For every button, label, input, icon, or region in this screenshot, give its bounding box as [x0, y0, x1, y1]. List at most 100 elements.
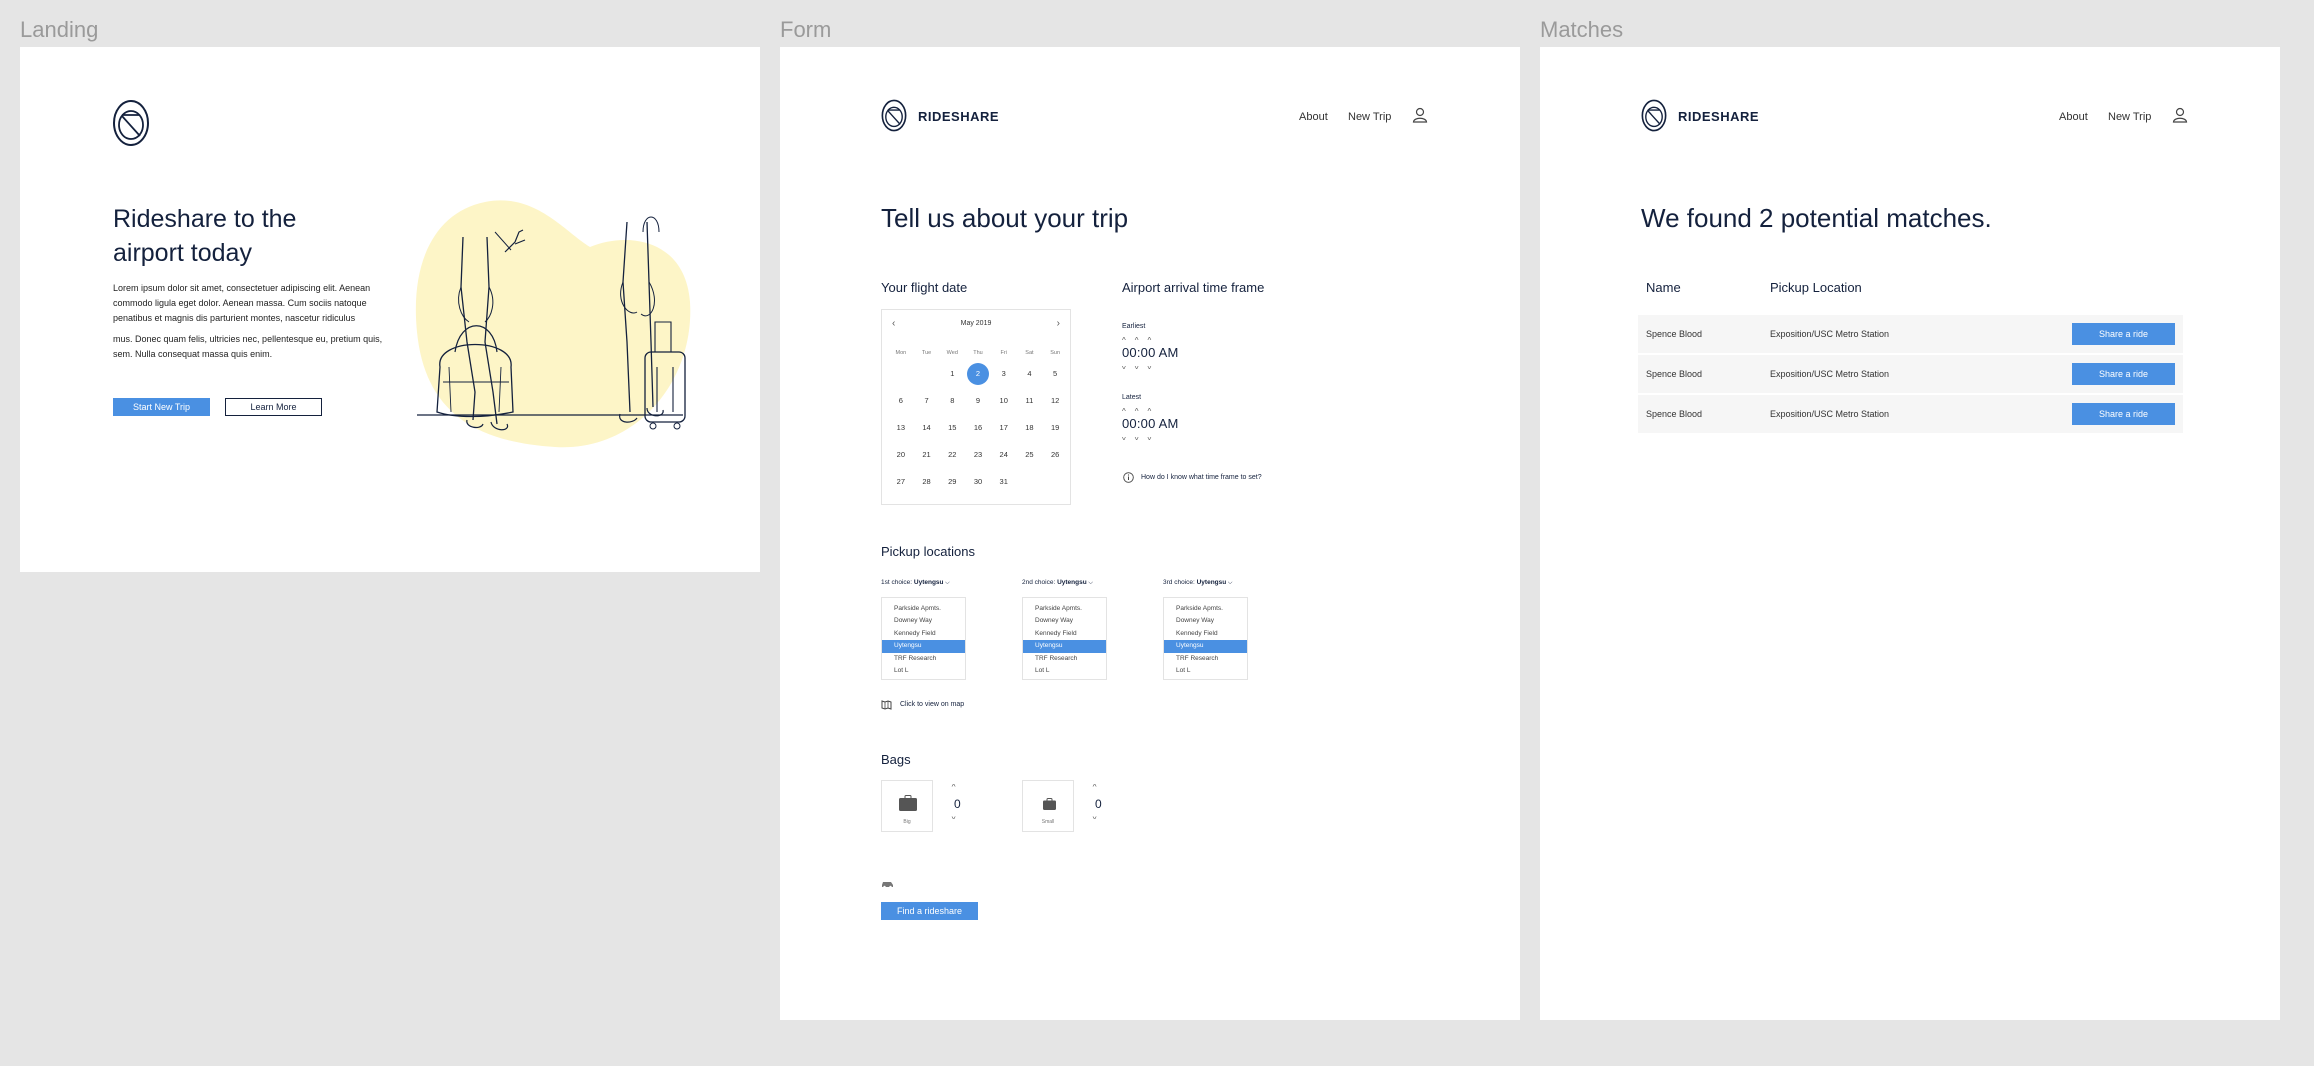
column-header-location: Pickup Location	[1770, 280, 1862, 295]
calendar-day[interactable]: 12	[1042, 387, 1068, 414]
calendar-day[interactable]: 18	[1017, 414, 1043, 441]
calendar-day[interactable]: 27	[888, 468, 914, 495]
landing-frame: Rideshare to the airport today Lorem ips…	[20, 47, 760, 572]
pickup-option[interactable]: TRF Research	[1023, 653, 1106, 665]
small-bag-decrease-icon[interactable]: ^	[1093, 812, 1097, 819]
pickup-option[interactable]: Uytengsu	[1023, 640, 1106, 653]
calendar-day[interactable]: 15	[939, 414, 965, 441]
calendar-day[interactable]: 19	[1042, 414, 1068, 441]
time-up-icons[interactable]: ^^^	[1122, 336, 1179, 345]
calendar-day[interactable]: 30	[965, 468, 991, 495]
share-ride-button[interactable]: Share a ride	[2072, 363, 2175, 385]
choice-value: Uytengsu	[1057, 579, 1087, 586]
logo-icon[interactable]	[112, 99, 150, 147]
calendar-day[interactable]: 2	[965, 360, 991, 387]
pickup-option[interactable]: Lot L	[882, 665, 965, 677]
big-bag-card[interactable]: Big	[881, 780, 933, 832]
calendar-day[interactable]: 4	[1017, 360, 1043, 387]
calendar-day[interactable]: 9	[965, 387, 991, 414]
choice-prefix: 1st choice:	[881, 579, 914, 586]
calendar-day[interactable]: 28	[914, 468, 940, 495]
nav-new-trip-link[interactable]: New Trip	[2108, 111, 2151, 123]
start-new-trip-button[interactable]: Start New Trip	[113, 398, 210, 416]
share-ride-button[interactable]: Share a ride	[2072, 403, 2175, 425]
pickup-option[interactable]: TRF Research	[882, 653, 965, 665]
calendar-day[interactable]: 14	[914, 414, 940, 441]
pickup-option[interactable]: Downey Way	[1164, 615, 1247, 627]
calendar-day[interactable]: 22	[939, 441, 965, 468]
calendar-day[interactable]: 8	[939, 387, 965, 414]
table-row: Spence Blood Exposition/USC Metro Station…	[1638, 355, 2183, 393]
calendar-day[interactable]: 7	[914, 387, 940, 414]
pickup-choice-3-label[interactable]: 3rd choice: Uytengsu ⌵	[1163, 579, 1232, 587]
user-icon[interactable]	[1412, 107, 1428, 123]
next-month-icon[interactable]: ›	[1057, 318, 1060, 329]
calendar-day[interactable]: 26	[1042, 441, 1068, 468]
pickup-option[interactable]: Uytengsu	[882, 640, 965, 653]
earliest-time: Earliest ^^^ 00:00 AM ^^^	[1122, 323, 1179, 370]
find-rideshare-button[interactable]: Find a rideshare	[881, 902, 978, 920]
calendar-day[interactable]: 31	[991, 468, 1017, 495]
time-help-link[interactable]: How do I know what time frame to set?	[1141, 474, 1262, 481]
calendar-day[interactable]: 13	[888, 414, 914, 441]
calendar-day[interactable]: 29	[939, 468, 965, 495]
pickup-option[interactable]: Kennedy Field	[1023, 628, 1106, 640]
nav-new-trip-link[interactable]: New Trip	[1348, 111, 1391, 123]
share-ride-button[interactable]: Share a ride	[2072, 323, 2175, 345]
weekday-label: Mon	[895, 350, 907, 356]
chevron-down-icon: ⌵	[1086, 580, 1093, 586]
pickup-choice-2-label[interactable]: 2nd choice: Uytengsu ⌵	[1022, 579, 1093, 587]
calendar-day[interactable]: 11	[1017, 387, 1043, 414]
pickup-option[interactable]: Parkside Apmts.	[1023, 603, 1106, 615]
calendar-day[interactable]: 17	[991, 414, 1017, 441]
pickup-option[interactable]: Lot L	[1023, 665, 1106, 677]
matches-table: Name Pickup Location Spence Blood Exposit…	[1638, 280, 2183, 480]
calendar-day[interactable]: 16	[965, 414, 991, 441]
weekday-label: Sat	[1025, 350, 1034, 356]
calendar-day[interactable]: 20	[888, 441, 914, 468]
pickup-option[interactable]: Parkside Apmts.	[882, 603, 965, 615]
calendar-day-number: 29	[948, 477, 957, 486]
pickup-choice-1-label[interactable]: 1st choice: Uytengsu ⌵	[881, 579, 950, 587]
time-down-icons[interactable]: ^^^	[1122, 361, 1179, 370]
pickup-option[interactable]: Lot L	[1164, 665, 1247, 677]
calendar-day[interactable]: 23	[965, 441, 991, 468]
small-bag-card[interactable]: Small	[1022, 780, 1074, 832]
pickup-option[interactable]: Kennedy Field	[882, 628, 965, 640]
calendar-day[interactable]: 1	[939, 360, 965, 387]
frame-label-landing: Landing	[20, 17, 99, 42]
nav-about-link[interactable]: About	[1299, 111, 1328, 123]
pickup-option[interactable]: TRF Research	[1164, 653, 1247, 665]
pickup-option[interactable]: Parkside Apmts.	[1164, 603, 1247, 615]
view-map-link[interactable]: Click to view on map	[900, 701, 964, 708]
rider-name: Spence Blood	[1646, 369, 1703, 379]
big-bag-decrease-icon[interactable]: ^	[952, 812, 956, 819]
pickup-option[interactable]: Kennedy Field	[1164, 628, 1247, 640]
calendar-day[interactable]: 24	[991, 441, 1017, 468]
calendar-day[interactable]: 25	[1017, 441, 1043, 468]
small-bag-increase-icon[interactable]: ^	[1093, 784, 1097, 791]
logo-icon[interactable]	[881, 99, 907, 132]
latest-value[interactable]: 00:00 AM	[1122, 416, 1179, 431]
calendar-day[interactable]: 21	[914, 441, 940, 468]
user-icon[interactable]	[2172, 107, 2188, 123]
calendar-day[interactable]: 10	[991, 387, 1017, 414]
earliest-value[interactable]: 00:00 AM	[1122, 345, 1179, 360]
rider-name: Spence Blood	[1646, 409, 1703, 419]
nav-about-link[interactable]: About	[2059, 111, 2088, 123]
pickup-option[interactable]: Downey Way	[1023, 615, 1106, 627]
calendar-day[interactable]: 6	[888, 387, 914, 414]
big-bag-increase-icon[interactable]: ^	[952, 784, 956, 791]
big-bag-icon	[899, 795, 917, 811]
time-up-icons[interactable]: ^^^	[1122, 407, 1179, 416]
calendar-day[interactable]: 5	[1042, 360, 1068, 387]
learn-more-button[interactable]: Learn More	[225, 398, 322, 416]
small-bag-icon	[1043, 798, 1056, 810]
table-row: Spence Blood Exposition/USC Metro Station…	[1638, 315, 2183, 353]
pickup-option[interactable]: Downey Way	[882, 615, 965, 627]
calendar-day-number: 23	[973, 450, 983, 459]
logo-icon[interactable]	[1641, 99, 1667, 132]
time-down-icons[interactable]: ^^^	[1122, 432, 1179, 441]
calendar-day[interactable]: 3	[991, 360, 1017, 387]
pickup-option[interactable]: Uytengsu	[1164, 640, 1247, 653]
